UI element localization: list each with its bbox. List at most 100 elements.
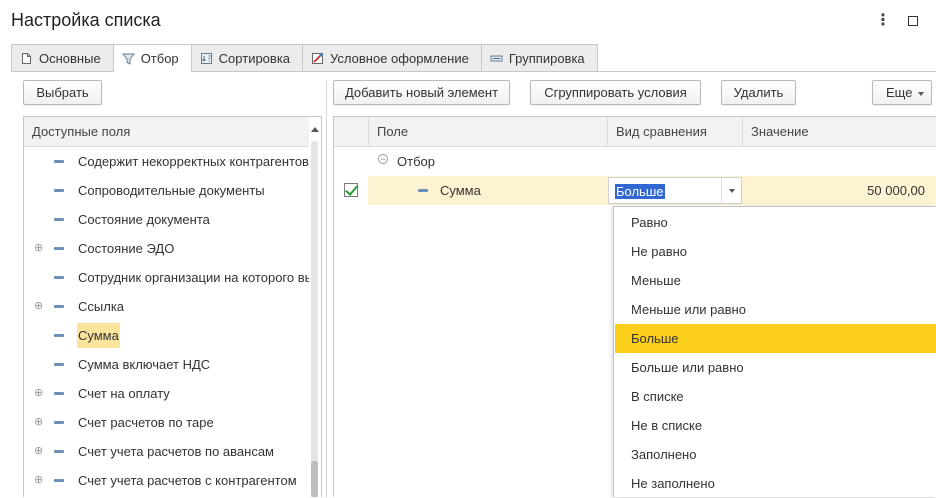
field-item-label: Счет учета расчетов по авансам (78, 444, 274, 459)
expand-icon[interactable]: ⊕ (34, 446, 43, 457)
condition-checkbox[interactable] (344, 183, 358, 197)
collapse-icon[interactable]: − (378, 154, 388, 164)
field-item[interactable]: Сумма включает НДС (24, 350, 311, 379)
filter-group-label: Отбор (397, 154, 435, 169)
field-item[interactable]: ⊕ Счет расчетов по таре (24, 408, 311, 437)
field-item[interactable]: ⊕ Счет на оплату (24, 379, 311, 408)
conditional-format-icon (311, 52, 324, 65)
field-item-label: Сопроводительные документы (78, 183, 265, 198)
more-button-label: Еще (886, 85, 913, 100)
filter-icon (121, 52, 135, 65)
expand-icon[interactable]: ⊕ (34, 475, 43, 486)
maximize-icon[interactable] (908, 16, 918, 26)
field-item[interactable]: ⊕ Состояние ЭДО (24, 234, 311, 263)
chevron-down-icon[interactable] (721, 178, 741, 203)
field-item-label: Счет на оплату (78, 386, 170, 401)
column-field[interactable]: Поле (368, 117, 607, 147)
field-item-label: Счет расчетов по таре (78, 415, 214, 430)
field-item[interactable]: ⊕ Счет учета расчетов по авансам (24, 437, 311, 466)
column-comparison[interactable]: Вид сравнения (607, 117, 742, 147)
field-dash-icon (54, 479, 64, 482)
tab-main-label: Основные (39, 50, 101, 66)
expand-icon[interactable]: ⊕ (34, 243, 43, 254)
comparison-option[interactable]: Меньше (615, 266, 936, 295)
filter-condition-row[interactable]: Сумма Больше 50 000,00 (334, 176, 936, 205)
delete-button[interactable]: Удалить (721, 80, 796, 105)
grouping-icon (490, 52, 503, 65)
field-dash-icon (54, 160, 64, 163)
tab-main[interactable]: Основные (11, 44, 114, 71)
comparison-option[interactable]: Заполнено (615, 440, 936, 469)
tab-filter-label: Отбор (140, 51, 179, 66)
comparison-select[interactable]: Больше (608, 177, 742, 204)
tab-sort[interactable]: Сортировка (190, 44, 304, 71)
field-dash-icon (54, 334, 64, 337)
field-item[interactable]: ⊕ Ссылка (24, 292, 311, 321)
comparison-select-value: Больше (615, 184, 665, 199)
expand-icon[interactable]: ⊕ (34, 388, 43, 399)
field-item-label: Ссылка (78, 299, 125, 314)
field-item-label: Состояние ЭДО (78, 241, 175, 256)
field-item-label: Сотрудник организации на которого вы (78, 270, 314, 285)
tab-conditional-format-label: Условное оформление (330, 50, 469, 66)
field-dash-icon (54, 276, 64, 279)
field-dash-icon (418, 189, 428, 192)
window-title: Настройка списка (11, 10, 161, 30)
field-item-label: Сумма включает НДС (78, 357, 211, 372)
field-dash-icon (54, 247, 64, 250)
available-fields-header: Доступные поля (24, 117, 321, 147)
tab-bar: Основные Отбор Сортировка Условное оформ… (11, 44, 598, 72)
column-value[interactable]: Значение (742, 117, 936, 147)
field-dash-icon (54, 363, 64, 366)
filter-table-header: Поле Вид сравнения Значение (334, 117, 936, 147)
expand-icon[interactable]: ⊕ (34, 301, 43, 312)
scrollbar-track[interactable] (311, 141, 318, 497)
filter-group-row[interactable]: − Отбор (334, 147, 936, 176)
chevron-down-icon (918, 92, 924, 96)
field-dash-icon (54, 305, 64, 308)
comparison-option[interactable]: В списке (615, 382, 936, 411)
comparison-option[interactable]: Меньше или равно (615, 295, 936, 324)
comparison-option[interactable]: Не в списке (615, 411, 936, 440)
group-conditions-button[interactable]: Сгруппировать условия (530, 80, 701, 105)
field-dash-icon (54, 218, 64, 221)
field-item-label: Состояние документа (78, 212, 210, 227)
more-button[interactable]: Еще (872, 80, 932, 105)
field-dash-icon (54, 392, 64, 395)
field-item[interactable]: Сопроводительные документы (24, 176, 311, 205)
add-element-button[interactable]: Добавить новый элемент (333, 80, 510, 105)
comparison-option[interactable]: Равно (615, 208, 936, 237)
field-item[interactable]: ⊕ Счет учета расчетов с контрагентом (24, 466, 311, 495)
select-button[interactable]: Выбрать (23, 80, 102, 105)
tab-grouping[interactable]: Группировка (480, 44, 598, 71)
field-dash-icon (54, 421, 64, 424)
comparison-dropdown: Равно Не равно Меньше Меньше или равно Больш… (613, 206, 936, 497)
comparison-option[interactable]: Больше или равно (615, 353, 936, 382)
expand-icon[interactable]: ⊕ (34, 417, 43, 428)
field-item[interactable]: Содержит некорректных контрагентов (24, 147, 311, 176)
panel-splitter[interactable] (326, 80, 327, 497)
tab-sort-label: Сортировка (218, 50, 291, 66)
comparison-option[interactable]: Не равно (615, 237, 936, 266)
field-item-label: Содержит некорректных контрагентов (78, 154, 309, 169)
tab-filter[interactable]: Отбор (112, 44, 192, 72)
kebab-menu-icon[interactable]: ⋮ (875, 12, 891, 30)
fields-scrollbar[interactable] (309, 117, 321, 497)
field-item[interactable]: Сотрудник организации на которого вы (24, 263, 314, 292)
field-dash-icon (54, 189, 64, 192)
available-fields-panel: Доступные поля Содержит некорректных кон… (23, 116, 322, 497)
field-item[interactable]: Состояние документа (24, 205, 311, 234)
field-item[interactable]: Сумма (24, 321, 311, 350)
comparison-option[interactable]: Не заполнено (615, 469, 936, 498)
comparison-option[interactable]: Больше (615, 324, 936, 353)
scrollbar-thumb[interactable] (311, 461, 318, 497)
field-dash-icon (54, 450, 64, 453)
document-icon (20, 52, 33, 65)
tab-conditional-format[interactable]: Условное оформление (302, 44, 482, 71)
scroll-up-icon[interactable] (311, 127, 319, 132)
condition-value[interactable]: 50 000,00 (867, 176, 925, 205)
condition-field[interactable]: Сумма (440, 176, 481, 205)
field-item-label: Счет учета расчетов с контрагентом (78, 473, 297, 488)
field-item-label: Сумма (77, 323, 120, 348)
tab-grouping-label: Группировка (508, 50, 585, 66)
